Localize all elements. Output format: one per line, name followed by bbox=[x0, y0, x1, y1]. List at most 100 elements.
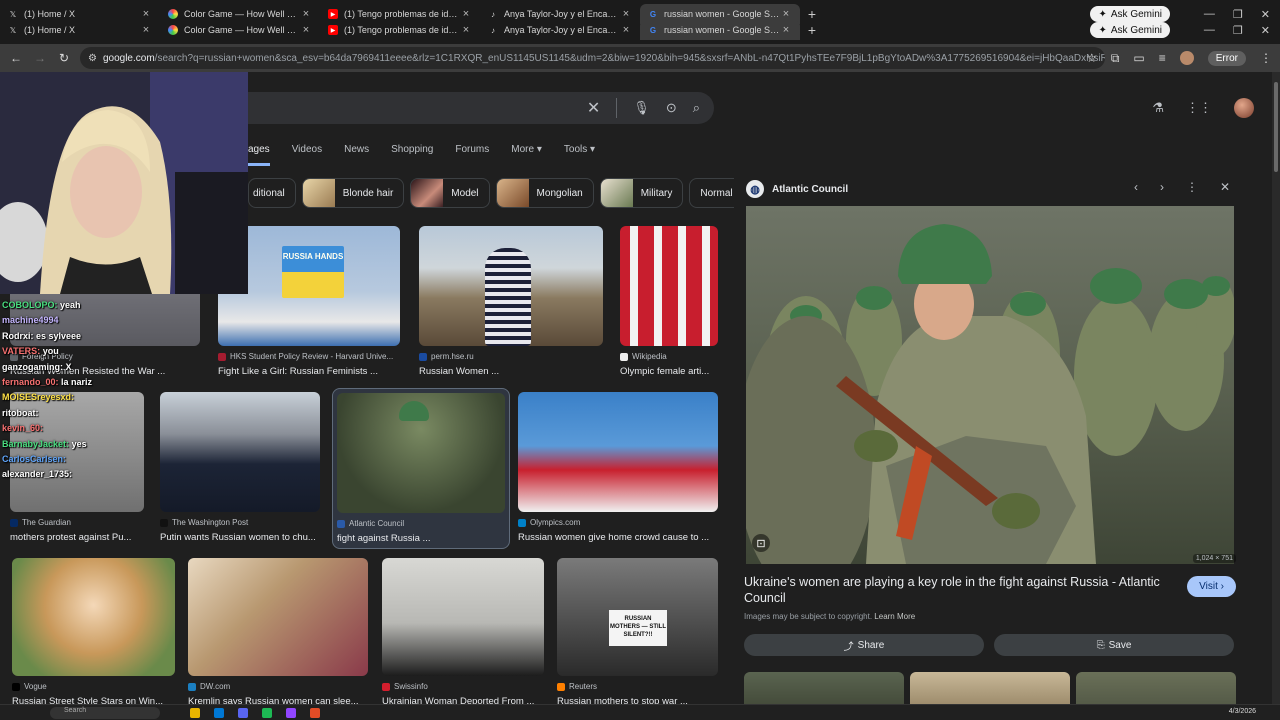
chat-message: VATERS: you bbox=[2, 344, 126, 359]
forward-icon[interactable]: → bbox=[28, 51, 52, 65]
site-info-icon[interactable]: ⚙ bbox=[88, 53, 97, 64]
learn-more-link[interactable]: Learn More bbox=[874, 612, 915, 621]
clear-search-icon[interactable]: ✕ bbox=[587, 98, 600, 118]
result-caption: mothers protest against Pu... bbox=[10, 532, 132, 543]
chip-military[interactable]: Military bbox=[599, 178, 684, 208]
chip-blonde-hair[interactable]: Blonde hair bbox=[301, 178, 405, 208]
filter-more[interactable]: More ▾ bbox=[511, 144, 542, 166]
result-caption: Putin wants Russian women to chu... bbox=[160, 532, 316, 543]
search-input[interactable]: ✕ 🎙 ⊙ ⌕ bbox=[190, 92, 714, 124]
preview-source-name: Atlantic Council bbox=[772, 183, 849, 195]
result-card[interactable]: The Washington Post Putin wants Russian … bbox=[160, 392, 320, 543]
share-button[interactable]: ⤴ Share bbox=[744, 634, 984, 656]
back-icon[interactable]: ← bbox=[4, 51, 28, 65]
close-window-icon[interactable]: ✕ bbox=[1261, 24, 1270, 37]
close-icon[interactable]: × bbox=[620, 24, 632, 36]
previous-icon[interactable]: ‹ bbox=[1134, 180, 1138, 194]
filter-tools[interactable]: Tools ▾ bbox=[564, 144, 595, 166]
chat-text: es sylveee bbox=[36, 330, 82, 341]
stream-chat-overlay: COBOLOPO: yeah machine4994 Rodrxi: es sy… bbox=[2, 298, 126, 483]
next-icon[interactable]: › bbox=[1160, 180, 1164, 194]
caret-down-icon: ▾ bbox=[590, 144, 596, 155]
search-icon[interactable]: ⌕ bbox=[693, 100, 700, 116]
tab-color-game[interactable]: Color Game — How Well Can Y × bbox=[160, 20, 320, 40]
result-source: The Guardian bbox=[10, 518, 144, 527]
profile-icon[interactable] bbox=[1179, 51, 1194, 65]
result-card[interactable]: perm.hse.ru Russian Women ... bbox=[419, 226, 603, 377]
account-avatar[interactable] bbox=[1234, 98, 1254, 118]
result-caption: Olympic female arti... bbox=[620, 366, 710, 377]
tab-home-x[interactable]: 𝕏 (1) Home / X × bbox=[0, 20, 160, 40]
page-scrollbar[interactable] bbox=[1272, 72, 1280, 720]
close-icon[interactable]: ✕ bbox=[1220, 180, 1230, 194]
result-card-selected[interactable]: Atlantic Council fight against Russia ..… bbox=[332, 388, 510, 549]
result-card[interactable]: Olympics.com Russian women give home cro… bbox=[518, 392, 718, 543]
chip-model[interactable]: Model bbox=[410, 178, 490, 208]
ask-gemini-label: Ask Gemini bbox=[1110, 24, 1162, 36]
result-caption: Russian women give home crowd cause to .… bbox=[518, 532, 710, 543]
address-bar[interactable]: ⚙ google.com/search?q=russian+women&sca_… bbox=[80, 47, 1105, 69]
result-image: RUSSIAN MOTHERS — STILL SILENT?!! bbox=[557, 558, 718, 676]
bookmark-star-icon[interactable]: ☆ bbox=[1086, 51, 1097, 65]
voice-search-icon[interactable]: 🎙 bbox=[633, 100, 650, 116]
result-card[interactable]: Swissinfo Ukrainian Woman Deported From … bbox=[382, 558, 544, 707]
reload-icon[interactable]: ↻ bbox=[52, 51, 76, 65]
chip-thumbnail bbox=[600, 179, 633, 207]
protest-sign: RUSSIA HANDS bbox=[282, 246, 344, 298]
app-icon[interactable] bbox=[238, 708, 248, 718]
tab-tiktok[interactable]: ♪ Anya Taylor-Joy y el Encanto d × bbox=[480, 20, 640, 40]
result-card[interactable]: Wikipedia Olympic female arti... bbox=[620, 226, 718, 377]
chip-mongolian[interactable]: Mongolian bbox=[495, 178, 594, 208]
labs-flask-icon[interactable]: ⚗ bbox=[1152, 100, 1164, 116]
preview-title[interactable]: Ukraine's women are playing a key role i… bbox=[744, 574, 1164, 606]
preview-source[interactable]: ◍ Atlantic Council bbox=[746, 180, 848, 198]
filter-videos[interactable]: Videos bbox=[292, 144, 322, 166]
gemini-icon: ✦ bbox=[1098, 24, 1107, 36]
more-options-icon[interactable]: ⋮ bbox=[1186, 180, 1198, 194]
filter-shopping[interactable]: Shopping bbox=[391, 144, 433, 166]
restore-icon[interactable]: ❐ bbox=[1233, 24, 1243, 37]
close-icon[interactable]: × bbox=[780, 24, 792, 36]
result-image bbox=[160, 392, 320, 512]
lens-search-icon[interactable]: ⊙ bbox=[666, 100, 677, 116]
app-icon[interactable] bbox=[262, 708, 272, 718]
result-card[interactable]: DW.com Kremlin says Russian women can sl… bbox=[188, 558, 368, 707]
close-icon[interactable]: × bbox=[140, 24, 152, 36]
preview-image[interactable] bbox=[746, 206, 1234, 564]
os-taskbar: Search 4/3/2026 bbox=[0, 704, 1280, 720]
result-card[interactable]: Vogue Russian Street Style Stars on Win.… bbox=[12, 558, 175, 707]
sidebar-icon[interactable]: ▭ bbox=[1133, 51, 1144, 65]
save-button[interactable]: ⎘ Save bbox=[994, 634, 1234, 656]
app-icon[interactable] bbox=[214, 708, 224, 718]
filter-news[interactable]: News bbox=[344, 144, 369, 166]
visit-button[interactable]: Visit › bbox=[1187, 576, 1236, 597]
taskbar-search[interactable]: Search bbox=[50, 707, 160, 719]
chip-traditional[interactable]: ditional bbox=[248, 178, 296, 208]
app-icon[interactable] bbox=[190, 708, 200, 718]
source-favicon bbox=[10, 518, 18, 527]
filter-forums[interactable]: Forums bbox=[455, 144, 489, 166]
new-tab-button[interactable]: + bbox=[800, 22, 824, 38]
chip-thumbnail bbox=[411, 179, 444, 207]
apps-grid-icon[interactable]: ⋮⋮ bbox=[1186, 100, 1212, 116]
ask-gemini-button[interactable]: ✦ Ask Gemini bbox=[1090, 22, 1170, 38]
minimize-icon[interactable]: — bbox=[1204, 24, 1215, 37]
filter-images[interactable]: ages bbox=[248, 144, 270, 166]
app-icon[interactable] bbox=[310, 708, 320, 718]
visual-search-icon[interactable]: ⊡ bbox=[752, 534, 770, 552]
extensions-icon[interactable]: ⧉ bbox=[1111, 51, 1120, 66]
menu-icon[interactable]: ⋮ bbox=[1260, 51, 1272, 65]
chat-text: yes bbox=[71, 438, 87, 449]
app-icon[interactable] bbox=[286, 708, 296, 718]
close-icon[interactable]: × bbox=[460, 24, 472, 36]
chip-normal[interactable]: Normal bbox=[689, 178, 734, 208]
helmet-shape bbox=[399, 401, 429, 421]
tab-youtube[interactable]: ▶ (1) Tengo problemas de identi × bbox=[320, 20, 480, 40]
tab-row: 𝕏 (1) Home / X × Color Game — How Well Can… bbox=[0, 18, 1280, 42]
error-button[interactable]: Error bbox=[1207, 50, 1246, 66]
close-icon[interactable]: × bbox=[300, 24, 312, 36]
tab-google-search[interactable]: Grussian women - Google Search × bbox=[640, 20, 800, 40]
media-icon[interactable]: ≡ bbox=[1159, 51, 1166, 65]
result-card[interactable]: RUSSIAN MOTHERS — STILL SILENT?!! Reuter… bbox=[557, 558, 718, 707]
scrollbar-thumb[interactable] bbox=[1274, 82, 1278, 172]
